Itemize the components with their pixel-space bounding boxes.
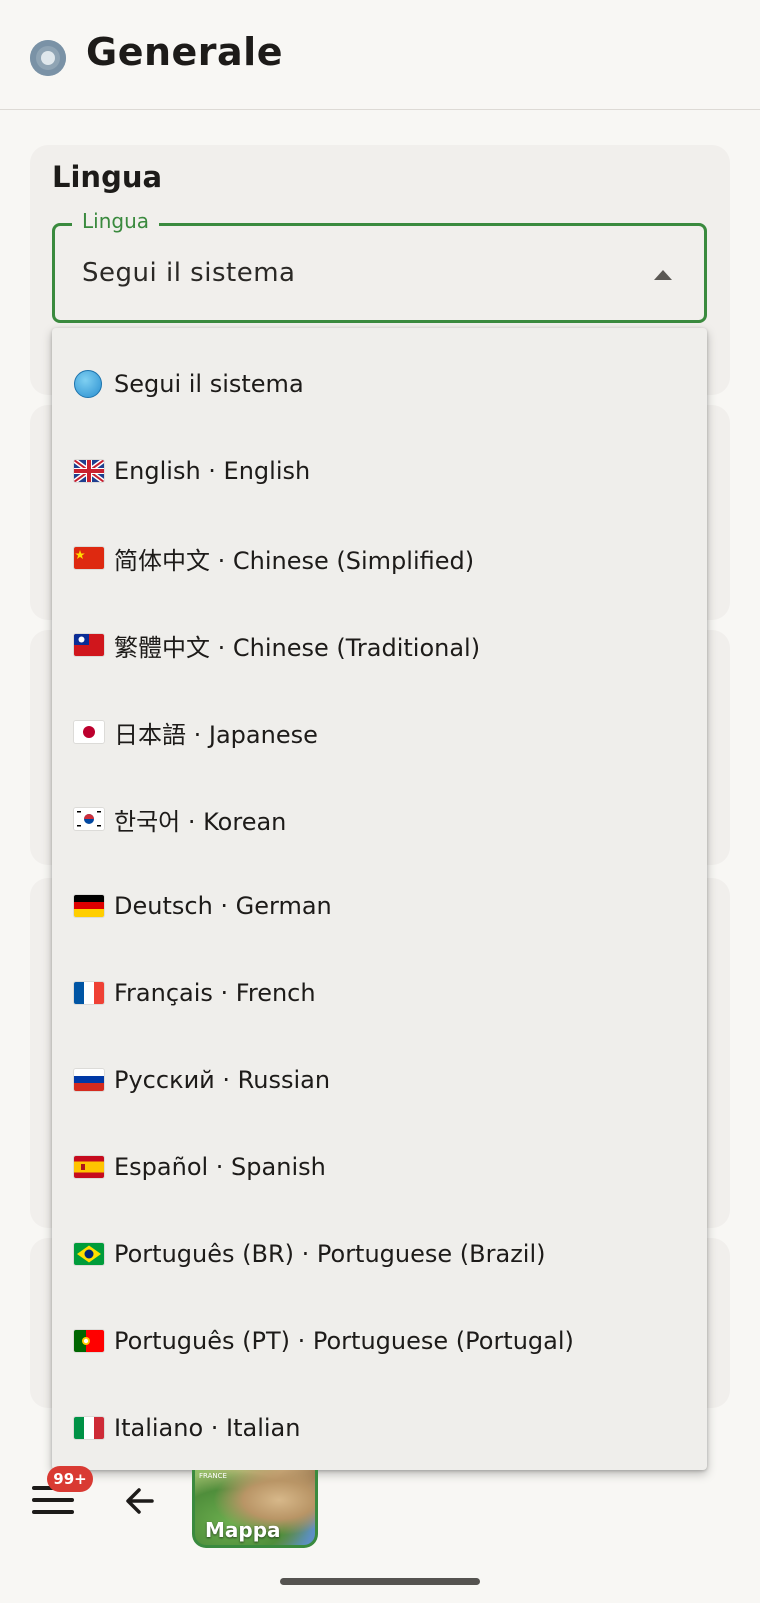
language-option-japanese[interactable]: 日本語 · Japanese [52,688,707,776]
caret-up-icon[interactable] [654,270,672,280]
home-indicator[interactable] [280,1578,480,1585]
language-option-label: Segui il sistema [114,370,304,398]
back-arrow-icon[interactable] [122,1483,158,1519]
spain-flag-icon [74,1156,104,1178]
map-tab-button[interactable]: FRANCE Mappa [192,1470,318,1548]
language-option-spanish[interactable]: Español · Spanish [52,1123,707,1211]
brazil-flag-icon [74,1243,104,1265]
uk-flag-icon [74,460,104,482]
portugal-flag-icon [74,1330,104,1352]
france-flag-icon [74,982,104,1004]
language-option-label: 繁體中文 · Chinese (Traditional) [114,633,481,662]
language-option-portuguese-brazil[interactable]: Português (BR) · Portuguese (Brazil) [52,1210,707,1298]
language-option-korean[interactable]: 한국어 · Korean [52,775,707,863]
china-flag-icon [74,547,104,569]
language-option-french[interactable]: Français · French [52,949,707,1037]
language-option-label: Italiano · Italian [114,1414,301,1442]
korea-flag-icon [74,808,104,830]
language-select-value[interactable]: Segui il sistema [82,258,295,288]
language-option-label: Русский · Russian [114,1066,331,1094]
language-option-german[interactable]: Deutsch · German [52,862,707,950]
language-option-chinese-traditional[interactable]: 繁體中文 · Chinese (Traditional) [52,601,707,689]
language-option-english[interactable]: English · English [52,427,707,515]
map-tab-label: Mappa [205,1518,281,1542]
japan-flag-icon [74,721,104,743]
language-option-label: Português (BR) · Portuguese (Brazil) [114,1240,546,1268]
language-option-label: 日本語 · Japanese [114,720,318,749]
gear-icon [30,40,66,76]
language-select-label: Lingua [72,209,160,233]
taiwan-flag-icon [74,634,104,656]
language-option-system[interactable]: Segui il sistema [52,340,707,428]
language-option-label: Español · Spanish [114,1153,326,1181]
language-option-label: 한국어 · Korean [114,807,287,836]
russia-flag-icon [74,1069,104,1091]
language-option-label: English · English [114,457,311,485]
map-thumb-region-label: FRANCE [199,1472,227,1480]
globe-icon [74,370,102,398]
germany-flag-icon [74,895,104,917]
language-option-label: Deutsch · German [114,892,332,920]
notification-badge: 99+ [47,1466,93,1492]
language-option-russian[interactable]: Русский · Russian [52,1036,707,1124]
language-option-chinese-simplified[interactable]: 简体中文 · Chinese (Simplified) [52,514,707,602]
language-option-label: 简体中文 · Chinese (Simplified) [114,546,475,575]
top-app-bar: Generale [0,0,760,110]
language-dropdown-menu: Segui il sistema English · English 简体中文 … [52,328,707,1470]
language-option-portuguese-portugal[interactable]: Português (PT) · Portuguese (Portugal) [52,1297,707,1385]
language-card-title: Lingua [52,160,163,194]
language-option-italian[interactable]: Italiano · Italian [52,1384,707,1470]
italy-flag-icon [74,1417,104,1439]
language-option-label: Français · French [114,979,316,1007]
page-title: Generale [86,30,283,74]
language-option-label: Português (PT) · Portuguese (Portugal) [114,1327,574,1355]
